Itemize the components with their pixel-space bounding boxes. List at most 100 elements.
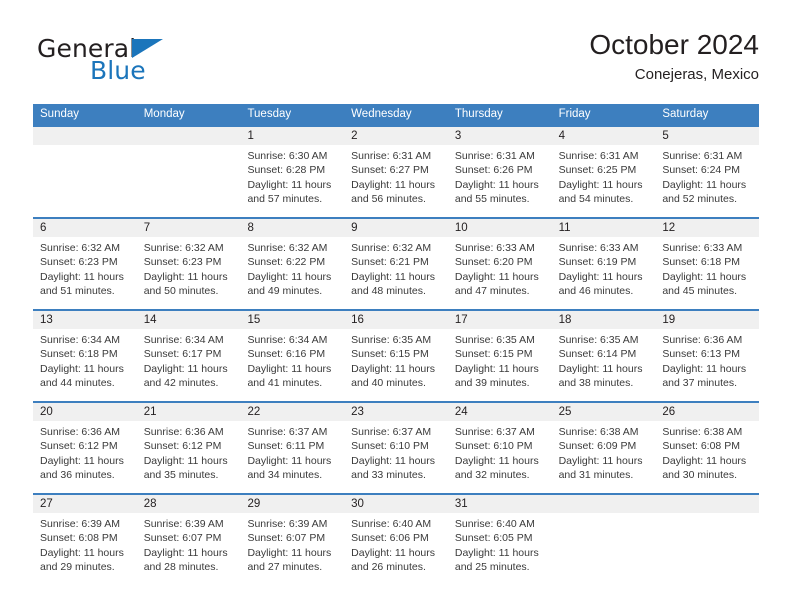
day-cell[interactable]: Sunrise: 6:32 AM Sunset: 6:23 PM Dayligh… bbox=[33, 237, 137, 309]
sunset-text: Sunset: 6:10 PM bbox=[351, 440, 429, 453]
day-number[interactable]: 31 bbox=[448, 495, 552, 513]
day-cell[interactable]: Sunrise: 6:32 AM Sunset: 6:23 PM Dayligh… bbox=[137, 237, 241, 309]
sunrise-text: Sunrise: 6:37 AM bbox=[247, 426, 328, 438]
sunset-text: Sunset: 6:17 PM bbox=[143, 348, 222, 361]
day-number[interactable]: 25 bbox=[552, 403, 656, 421]
daylight-text-line1: Daylight: 11 hours bbox=[143, 546, 228, 559]
daylight-text-line1: Daylight: 11 hours bbox=[454, 454, 539, 467]
day-number[interactable]: 14 bbox=[137, 311, 241, 329]
day-cell[interactable] bbox=[655, 513, 759, 585]
day-cell[interactable]: Sunrise: 6:35 AM Sunset: 6:15 PM Dayligh… bbox=[448, 329, 552, 401]
day-number[interactable]: 30 bbox=[344, 495, 448, 513]
sunrise-text: Sunrise: 6:36 AM bbox=[40, 426, 120, 438]
sunrise-text: Sunrise: 6:38 AM bbox=[662, 426, 743, 438]
day-cell[interactable]: Sunrise: 6:36 AM Sunset: 6:12 PM Dayligh… bbox=[33, 421, 137, 493]
day-number[interactable]: 5 bbox=[655, 127, 759, 145]
day-cell[interactable]: Sunrise: 6:33 AM Sunset: 6:20 PM Dayligh… bbox=[448, 237, 552, 309]
day-cell[interactable]: Sunrise: 6:38 AM Sunset: 6:09 PM Dayligh… bbox=[552, 421, 656, 493]
sunset-text: Sunset: 6:28 PM bbox=[247, 164, 326, 177]
day-number[interactable]: 7 bbox=[137, 219, 241, 237]
daylight-text-line1: Daylight: 11 hours bbox=[143, 454, 228, 467]
day-number[interactable]: 6 bbox=[33, 219, 137, 237]
daylight-text-line2: and 50 minutes. bbox=[143, 285, 219, 298]
daylight-text-line1: Daylight: 11 hours bbox=[247, 546, 332, 559]
daylight-text-line1: Daylight: 11 hours bbox=[662, 270, 747, 283]
day-number[interactable]: 24 bbox=[448, 403, 552, 421]
day-number[interactable]: 27 bbox=[33, 495, 137, 513]
daylight-text-line1: Daylight: 11 hours bbox=[351, 178, 436, 191]
sunrise-text: Sunrise: 6:32 AM bbox=[351, 242, 432, 254]
day-number[interactable]: 11 bbox=[552, 219, 656, 237]
day-number[interactable]: 22 bbox=[240, 403, 344, 421]
day-number[interactable]: 15 bbox=[240, 311, 344, 329]
day-cell[interactable] bbox=[33, 145, 137, 217]
day-cell[interactable]: Sunrise: 6:40 AM Sunset: 6:05 PM Dayligh… bbox=[448, 513, 552, 585]
day-number[interactable]: 9 bbox=[344, 219, 448, 237]
daylight-text-line1: Daylight: 11 hours bbox=[558, 178, 643, 191]
day-number[interactable]: 2 bbox=[344, 127, 448, 145]
day-cell[interactable]: Sunrise: 6:34 AM Sunset: 6:16 PM Dayligh… bbox=[240, 329, 344, 401]
day-number[interactable]: 4 bbox=[552, 127, 656, 145]
sunrise-text: Sunrise: 6:36 AM bbox=[662, 334, 743, 346]
day-number[interactable]: 12 bbox=[655, 219, 759, 237]
day-cell[interactable]: Sunrise: 6:39 AM Sunset: 6:07 PM Dayligh… bbox=[240, 513, 344, 585]
day-cell[interactable]: Sunrise: 6:39 AM Sunset: 6:08 PM Dayligh… bbox=[33, 513, 137, 585]
day-number[interactable]: 13 bbox=[33, 311, 137, 329]
day-cell[interactable] bbox=[137, 145, 241, 217]
day-number[interactable]: 3 bbox=[448, 127, 552, 145]
page-subtitle: Conejeras, Mexico bbox=[634, 66, 759, 83]
daylight-text-line2: and 39 minutes. bbox=[454, 377, 530, 390]
day-cell[interactable]: Sunrise: 6:31 AM Sunset: 6:27 PM Dayligh… bbox=[344, 145, 448, 217]
day-cell[interactable]: Sunrise: 6:33 AM Sunset: 6:18 PM Dayligh… bbox=[655, 237, 759, 309]
day-number[interactable]: 16 bbox=[344, 311, 448, 329]
sunrise-text: Sunrise: 6:30 AM bbox=[247, 150, 328, 162]
daylight-text-line2: and 26 minutes. bbox=[351, 561, 426, 574]
day-cell[interactable]: Sunrise: 6:37 AM Sunset: 6:10 PM Dayligh… bbox=[448, 421, 552, 493]
day-cell[interactable]: Sunrise: 6:34 AM Sunset: 6:18 PM Dayligh… bbox=[33, 329, 137, 401]
daylight-text-line2: and 35 minutes. bbox=[143, 469, 219, 482]
day-cell[interactable]: Sunrise: 6:37 AM Sunset: 6:10 PM Dayligh… bbox=[344, 421, 448, 493]
day-cell[interactable]: Sunrise: 6:34 AM Sunset: 6:17 PM Dayligh… bbox=[137, 329, 241, 401]
sunrise-text: Sunrise: 6:33 AM bbox=[662, 242, 743, 254]
weekday-header-saturday: Saturday bbox=[662, 108, 709, 120]
daylight-text-line1: Daylight: 11 hours bbox=[40, 546, 124, 559]
day-cell[interactable] bbox=[552, 513, 656, 585]
day-cell[interactable]: Sunrise: 6:36 AM Sunset: 6:13 PM Dayligh… bbox=[655, 329, 759, 401]
day-number[interactable] bbox=[552, 495, 656, 513]
daylight-text-line2: and 40 minutes. bbox=[351, 377, 426, 390]
day-cell[interactable]: Sunrise: 6:40 AM Sunset: 6:06 PM Dayligh… bbox=[344, 513, 448, 585]
day-number[interactable] bbox=[137, 127, 241, 145]
day-number[interactable]: 20 bbox=[33, 403, 137, 421]
day-number[interactable]: 1 bbox=[240, 127, 344, 145]
day-cell[interactable]: Sunrise: 6:32 AM Sunset: 6:21 PM Dayligh… bbox=[344, 237, 448, 309]
day-number[interactable]: 28 bbox=[137, 495, 241, 513]
sunset-text: Sunset: 6:09 PM bbox=[558, 440, 637, 453]
day-number[interactable]: 21 bbox=[137, 403, 241, 421]
day-cell[interactable]: Sunrise: 6:31 AM Sunset: 6:24 PM Dayligh… bbox=[655, 145, 759, 217]
day-cell[interactable]: Sunrise: 6:35 AM Sunset: 6:14 PM Dayligh… bbox=[552, 329, 656, 401]
day-number[interactable] bbox=[655, 495, 759, 513]
week-detail-band: Sunrise: 6:36 AM Sunset: 6:12 PM Dayligh… bbox=[33, 421, 759, 493]
day-number[interactable]: 29 bbox=[240, 495, 344, 513]
day-cell[interactable]: Sunrise: 6:36 AM Sunset: 6:12 PM Dayligh… bbox=[137, 421, 241, 493]
day-number[interactable]: 18 bbox=[552, 311, 656, 329]
day-cell[interactable]: Sunrise: 6:30 AM Sunset: 6:28 PM Dayligh… bbox=[240, 145, 344, 217]
day-cell[interactable]: Sunrise: 6:32 AM Sunset: 6:22 PM Dayligh… bbox=[240, 237, 344, 309]
calendar-week-row: 1 2 3 4 5 Sunrise: 6:30 AM Sunset: 6:28 … bbox=[33, 125, 759, 217]
day-number[interactable] bbox=[33, 127, 137, 145]
day-number[interactable]: 19 bbox=[655, 311, 759, 329]
day-cell[interactable]: Sunrise: 6:37 AM Sunset: 6:11 PM Dayligh… bbox=[240, 421, 344, 493]
day-cell[interactable]: Sunrise: 6:39 AM Sunset: 6:07 PM Dayligh… bbox=[137, 513, 241, 585]
day-number[interactable]: 17 bbox=[448, 311, 552, 329]
day-number[interactable]: 10 bbox=[448, 219, 552, 237]
day-cell[interactable]: Sunrise: 6:35 AM Sunset: 6:15 PM Dayligh… bbox=[344, 329, 448, 401]
day-cell[interactable]: Sunrise: 6:31 AM Sunset: 6:25 PM Dayligh… bbox=[552, 145, 656, 217]
day-cell[interactable]: Sunrise: 6:33 AM Sunset: 6:19 PM Dayligh… bbox=[552, 237, 656, 309]
day-number[interactable]: 8 bbox=[240, 219, 344, 237]
general-blue-logo[interactable]: General Blue bbox=[33, 36, 253, 92]
day-cell[interactable]: Sunrise: 6:31 AM Sunset: 6:26 PM Dayligh… bbox=[448, 145, 552, 217]
day-number[interactable]: 26 bbox=[655, 403, 759, 421]
day-number[interactable]: 23 bbox=[344, 403, 448, 421]
day-cell[interactable]: Sunrise: 6:38 AM Sunset: 6:08 PM Dayligh… bbox=[655, 421, 759, 493]
daylight-text-line1: Daylight: 11 hours bbox=[247, 270, 332, 283]
